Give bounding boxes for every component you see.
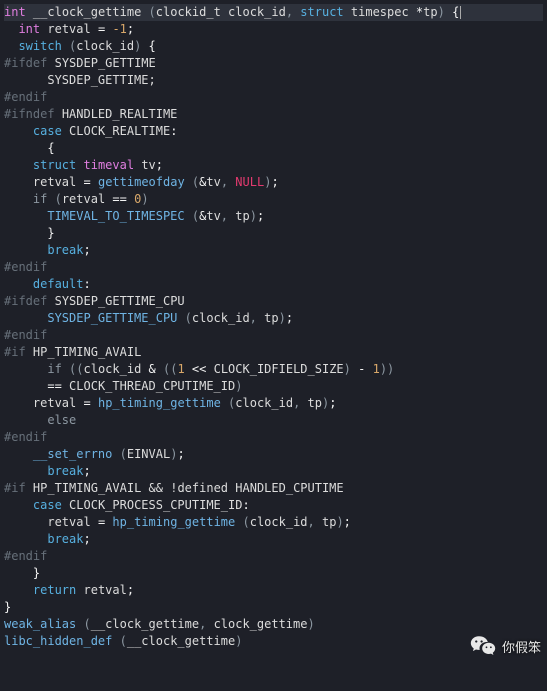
tok-eq3: = bbox=[84, 396, 91, 410]
code-block: int __clock_gettime (clockid_t clock_id,… bbox=[0, 0, 547, 654]
tok-eqeq: == bbox=[112, 192, 126, 206]
tok-switch: switch bbox=[18, 39, 61, 53]
pp-endif-2: #endif bbox=[4, 260, 47, 274]
tok-if2: if bbox=[47, 362, 61, 376]
tok-break1: break bbox=[47, 243, 83, 257]
code-lines: int __clock_gettime (clockid_t clock_id,… bbox=[4, 4, 543, 650]
pp-endif-3: #endif bbox=[4, 328, 47, 342]
tok-int2: int bbox=[18, 22, 40, 36]
tok-eq2: = bbox=[84, 175, 91, 189]
tok-shl: << bbox=[192, 362, 206, 376]
tok-1a: 1 bbox=[177, 362, 184, 376]
tok-break2: break bbox=[47, 464, 83, 478]
tok-1b: 1 bbox=[373, 362, 380, 376]
tok-NULL: NULL bbox=[235, 175, 264, 189]
tok-retval: retval bbox=[47, 22, 90, 36]
tok-and: && bbox=[149, 481, 163, 495]
pp-endif-5: #endif bbox=[4, 549, 47, 563]
fn-gettimeofday: gettimeofday bbox=[98, 175, 185, 189]
tok-clock_id: clock_id bbox=[228, 5, 286, 19]
pp-ifdef-2: #ifdef bbox=[4, 294, 47, 308]
text-caret bbox=[460, 6, 461, 19]
tok-case2: case bbox=[33, 498, 62, 512]
fn-SYSDEP_GETTIME_CPU: SYSDEP_GETTIME_CPU bbox=[47, 311, 177, 325]
tok-clockid_t: clockid_t bbox=[156, 5, 221, 19]
tok-struct: struct bbox=[300, 5, 343, 19]
c-HANDLED_CPUTIME: HANDLED_CPUTIME bbox=[235, 481, 343, 495]
tok-timespec: timespec bbox=[351, 5, 409, 19]
fn-hp_timing_gettime-1: hp_timing_gettime bbox=[98, 396, 221, 410]
tok-return: return bbox=[33, 583, 76, 597]
fn-set_errno: __set_errno bbox=[33, 447, 112, 461]
c-SYSDEP_GETTIME_CPU: SYSDEP_GETTIME_CPU bbox=[55, 294, 185, 308]
c-HP_TIMING_AVAIL: HP_TIMING_AVAIL bbox=[33, 345, 141, 359]
tok-EINVAL: EINVAL bbox=[127, 447, 170, 461]
tok-tv: tv bbox=[141, 158, 155, 172]
pp-ifndef-1: #ifndef bbox=[4, 107, 55, 121]
tok-else: else bbox=[47, 413, 76, 427]
tok-timeval: timeval bbox=[84, 158, 135, 172]
pp-endif-1: #endif bbox=[4, 90, 47, 104]
tok-eq1: = bbox=[98, 22, 105, 36]
c-CLOCK_THREAD_CPUTIME_ID: CLOCK_THREAD_CPUTIME_ID bbox=[69, 379, 235, 393]
fn-libc_hidden_def: libc_hidden_def bbox=[4, 634, 112, 648]
c-CLOCK_IDFIELD_SIZE: CLOCK_IDFIELD_SIZE bbox=[214, 362, 344, 376]
tok-default: default bbox=[33, 277, 84, 291]
c-SYSDEP_GETTIME: SYSDEP_GETTIME bbox=[55, 56, 156, 70]
tok-neg1: -1 bbox=[112, 22, 126, 36]
tok-clock_gettime: clock_gettime bbox=[214, 617, 308, 631]
c-HANDLED_REALTIME: HANDLED_REALTIME bbox=[62, 107, 178, 121]
tok-struct2: struct bbox=[33, 158, 76, 172]
pp-if-1: #if bbox=[4, 345, 26, 359]
tok-fn-name: __clock_gettime bbox=[33, 5, 141, 19]
c-CLOCK_REALTIME: CLOCK_REALTIME bbox=[69, 124, 170, 138]
tok-eq4: = bbox=[98, 515, 105, 529]
c-SYSDEP_GETTIME2: SYSDEP_GETTIME; bbox=[47, 73, 155, 87]
pp-ifdef-1: #ifdef bbox=[4, 56, 47, 70]
tok-if1: if bbox=[33, 192, 47, 206]
pp-endif-4: #endif bbox=[4, 430, 47, 444]
c-CLOCK_PROCESS_CPUTIME_ID: CLOCK_PROCESS_CPUTIME_ID bbox=[69, 498, 242, 512]
tok-int: int bbox=[4, 5, 26, 19]
tok-break3: break bbox=[47, 532, 83, 546]
fn-hp_timing_gettime-2: hp_timing_gettime bbox=[112, 515, 235, 529]
fn-weak_alias: weak_alias bbox=[4, 617, 76, 631]
tok-case1: case bbox=[33, 124, 62, 138]
tok-defined: defined bbox=[177, 481, 228, 495]
tok-tp: tp bbox=[423, 5, 437, 19]
fn-TIMEVAL_TO_TIMESPEC: TIMEVAL_TO_TIMESPEC bbox=[47, 209, 184, 223]
pp-if-2: #if bbox=[4, 481, 26, 495]
